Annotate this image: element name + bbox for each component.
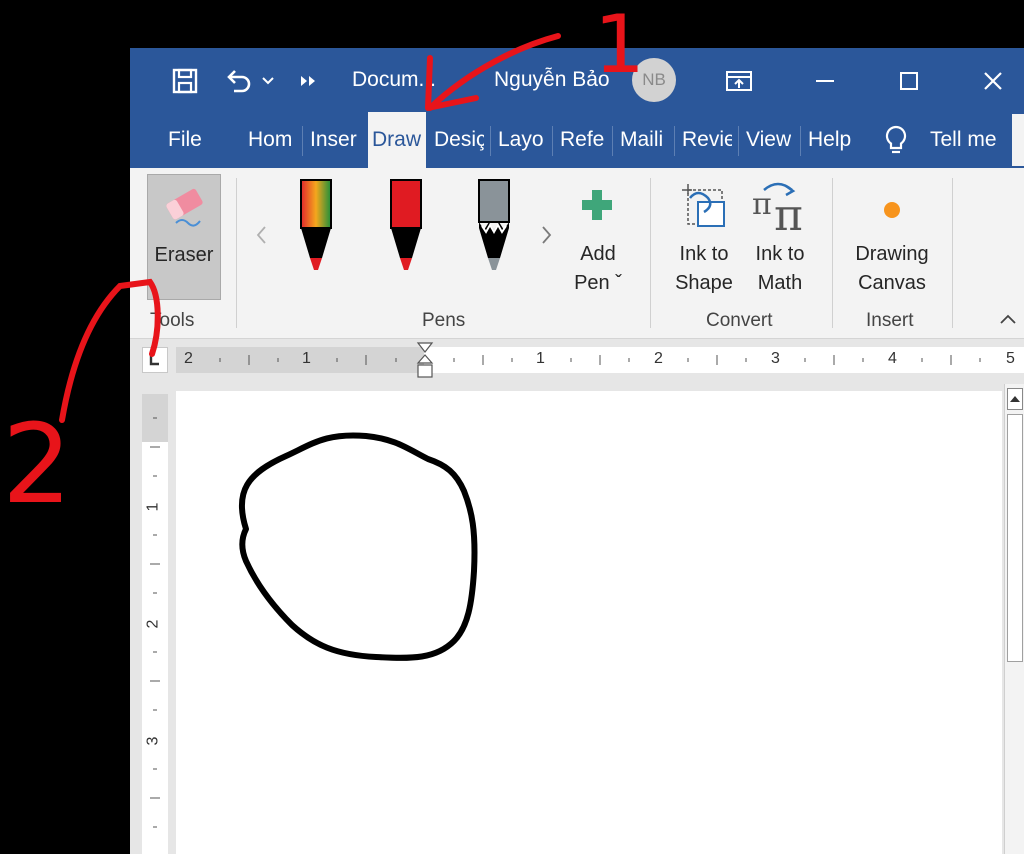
ruler-number: 3 <box>144 736 162 746</box>
galaxy-pencil[interactable] <box>472 178 516 278</box>
ink-to-math-label-2: Math <box>757 272 803 294</box>
vertical-ruler[interactable]: 1 2 3 <box>142 394 168 854</box>
ruler-number: 3 <box>771 350 780 367</box>
eraser-button[interactable]: Eraser <box>147 174 221 300</box>
undo-dropdown-chevron-icon[interactable] <box>258 66 278 96</box>
collapse-ribbon-icon[interactable] <box>998 312 1018 328</box>
left-tab-icon <box>149 356 159 366</box>
pens-scroll-right-icon[interactable] <box>538 224 554 246</box>
scroll-up-button[interactable] <box>1007 388 1023 410</box>
tab-selector[interactable] <box>142 347 168 373</box>
add-pen-label-1: Add <box>580 243 616 265</box>
svg-text:π: π <box>774 190 803 236</box>
ruler-number: 2 <box>654 350 663 367</box>
scroll-up-icon <box>1010 396 1020 402</box>
tab-layout[interactable]: Layo <box>498 128 546 152</box>
red-pen[interactable] <box>384 178 428 278</box>
ink-to-math-icon: π π <box>752 182 803 236</box>
tab-draw[interactable]: Draw <box>372 128 422 152</box>
ruler-number: 5 <box>1006 350 1015 367</box>
tabs-overflow-edge <box>1012 114 1024 166</box>
tools-group-label: Tools <box>150 310 195 331</box>
tab-help[interactable]: Help <box>808 128 851 152</box>
ruler-number: 4 <box>888 350 897 367</box>
tab-references[interactable]: Refe <box>560 128 606 152</box>
save-icon[interactable] <box>170 66 200 96</box>
vertical-scrollbar[interactable] <box>1004 384 1024 854</box>
title-bar: Docum... Nguyễn Bảo NB <box>130 48 1024 112</box>
ruler-number: 1 <box>536 350 545 367</box>
user-name[interactable]: Nguyễn Bảo <box>494 68 610 92</box>
document-page[interactable] <box>176 391 1002 854</box>
ruler-number: 2 <box>184 350 193 367</box>
ink-to-math-label-1: Ink to <box>755 243 805 265</box>
drawing-canvas-button[interactable]: Drawing Canvas <box>844 172 940 312</box>
document-title: Docum... <box>352 68 437 91</box>
ink-to-shape-label-2: Shape <box>675 272 733 294</box>
ink-to-shape-label-1: Ink to <box>679 243 729 265</box>
ink-to-shape-button[interactable]: Ink to Shape <box>668 172 740 312</box>
tell-me-search[interactable]: Tell me <box>930 128 997 152</box>
ink-circle-drawing[interactable] <box>176 391 1002 854</box>
tab-mailings[interactable]: Maili <box>620 128 668 152</box>
tab-home[interactable]: Hom <box>248 128 296 152</box>
add-pen-button[interactable]: Add Pen ˇ <box>566 172 630 312</box>
drawing-canvas-label-1: Drawing <box>855 243 929 265</box>
drawing-canvas-icon <box>884 202 900 218</box>
ruler-row: 2 1 1 2 3 4 5 <box>130 339 1024 384</box>
convert-group-label: Convert <box>706 310 773 331</box>
tab-file[interactable]: File <box>168 128 202 152</box>
pens-scroll-left-icon[interactable] <box>254 224 270 246</box>
eraser-icon <box>166 188 203 227</box>
eraser-label: Eraser <box>154 244 214 266</box>
drawing-canvas-label-2: Canvas <box>858 272 926 294</box>
word-window: Docum... Nguyễn Bảo NB File Hom Inser Dr… <box>130 48 1024 854</box>
ruler-number: 1 <box>302 350 311 367</box>
tab-insert[interactable]: Inser <box>310 128 360 152</box>
horizontal-ruler[interactable]: 2 1 1 2 3 4 5 <box>176 347 1024 373</box>
ink-to-shape-icon <box>682 184 725 227</box>
scroll-thumb[interactable] <box>1007 414 1023 662</box>
lightbulb-icon <box>882 124 910 158</box>
plus-icon <box>582 190 612 220</box>
draw-ribbon: Eraser Tools Add Pen ˇ Pens Ink to Shape… <box>130 168 1024 339</box>
more-commands-icon[interactable] <box>296 66 320 96</box>
rainbow-pen[interactable] <box>294 178 338 278</box>
add-pen-label-2: Pen ˇ <box>574 272 622 294</box>
maximize-icon[interactable] <box>894 66 924 96</box>
ruler-number: 1 <box>144 502 162 512</box>
tab-design[interactable]: Desiç <box>434 128 484 152</box>
ruler-number: 2 <box>144 619 162 629</box>
tab-view[interactable]: View <box>746 128 791 152</box>
ribbon-display-icon[interactable] <box>724 66 754 96</box>
insert-group-label: Insert <box>866 310 914 331</box>
minimize-icon[interactable] <box>810 66 840 96</box>
ink-to-math-button[interactable]: π π Ink to Math <box>744 172 816 312</box>
indent-markers-icon[interactable] <box>416 341 434 381</box>
tab-review[interactable]: Revie <box>682 128 732 152</box>
close-icon[interactable] <box>978 66 1008 96</box>
annotation-label-2: 2 <box>2 400 72 528</box>
undo-icon[interactable] <box>222 66 256 96</box>
svg-text:π: π <box>752 187 772 222</box>
pens-group-label: Pens <box>422 310 466 331</box>
annotation-label-1: 1 <box>594 0 645 91</box>
